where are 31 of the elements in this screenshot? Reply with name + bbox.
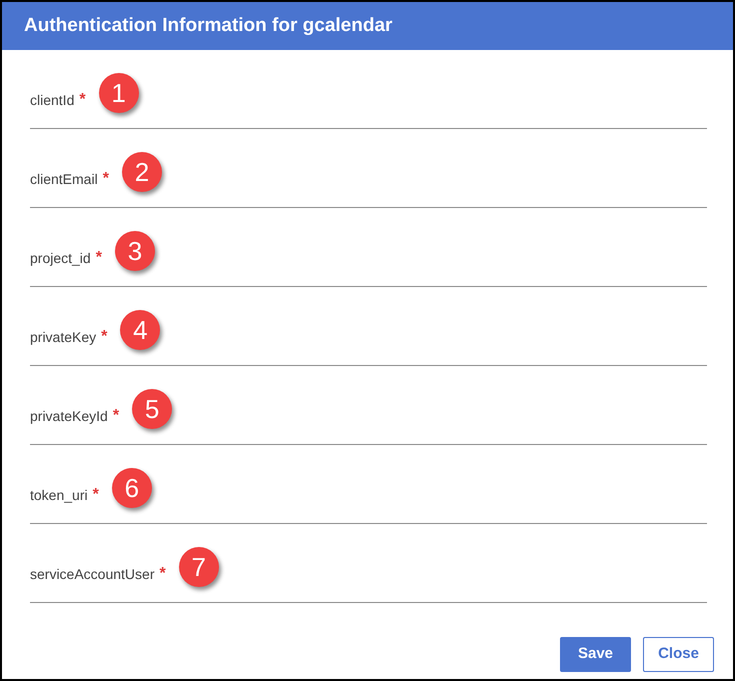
callout-badge: 6	[112, 468, 152, 508]
field-label: clientId	[30, 90, 74, 110]
callout-badge: 1	[98, 73, 139, 113]
close-button[interactable]: Close	[643, 637, 714, 672]
required-mark: *	[160, 564, 166, 584]
save-button[interactable]: Save	[560, 637, 631, 672]
field-label: token_uri	[30, 486, 88, 505]
callout-badge: 3	[114, 231, 155, 271]
field-label: privateKey	[30, 328, 96, 347]
text-field[interactable]: privateKeyId * 5	[30, 366, 707, 445]
callout-badge: 2	[122, 152, 162, 192]
required-mark: *	[101, 327, 108, 347]
text-field[interactable]: project_id * 3	[30, 208, 707, 287]
required-mark: *	[92, 485, 99, 505]
text-field[interactable]: serviceAccountUser * 7	[30, 524, 707, 603]
text-field[interactable]: clientEmail * 2	[30, 129, 707, 208]
callout-badge: 7	[178, 547, 219, 587]
text-field[interactable]: privateKey * 4	[30, 287, 707, 366]
field-label: project_id	[30, 248, 91, 268]
text-field[interactable]: clientId * 1	[30, 50, 707, 129]
dialog-title: Authentication Information for gcalendar	[24, 14, 392, 38]
callout-badge: 4	[120, 310, 160, 350]
required-mark: *	[112, 406, 120, 426]
required-mark: *	[96, 248, 102, 268]
field-label: serviceAccountUser	[30, 564, 154, 584]
required-mark: *	[102, 169, 109, 189]
field-label: privateKeyId	[30, 406, 108, 426]
callout-badge: 5	[132, 389, 172, 429]
required-mark: *	[79, 90, 86, 110]
text-field[interactable]: token_uri * 6	[30, 445, 707, 524]
field-label: clientEmail	[30, 170, 98, 188]
